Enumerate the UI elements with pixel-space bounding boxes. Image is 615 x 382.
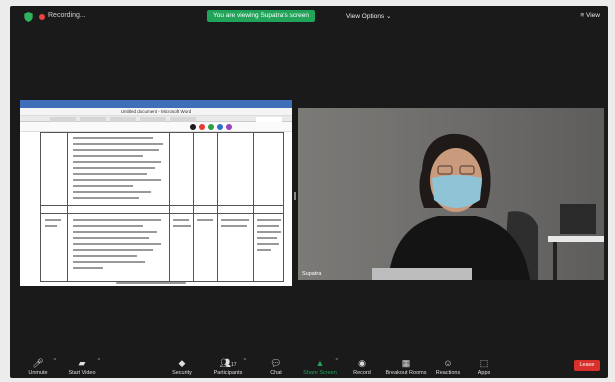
participant-video: Supatra: [298, 108, 604, 280]
pen-color-black[interactable]: [190, 124, 196, 130]
document-titlebar: [20, 100, 292, 108]
leave-button[interactable]: Leave: [574, 360, 600, 371]
horizontal-scrollbar[interactable]: [116, 282, 186, 284]
chevron-up-icon[interactable]: ^: [98, 358, 100, 364]
record-button[interactable]: ◉ Record: [340, 358, 384, 376]
security-button[interactable]: ◆ Security: [160, 358, 204, 376]
document-title: Untitled document - Microsoft Word: [120, 109, 192, 114]
apps-button[interactable]: ⬚ Apps: [462, 358, 506, 376]
chevron-up-icon[interactable]: ^: [54, 358, 56, 364]
view-options-button[interactable]: View Options ⌄: [346, 12, 391, 20]
breakout-rooms-button[interactable]: ▦ Breakout Rooms: [382, 358, 430, 376]
pen-color-purple[interactable]: [226, 124, 232, 130]
document-table: [40, 132, 284, 282]
participants-count: 17: [230, 362, 237, 368]
security-shield-icon[interactable]: [24, 12, 33, 22]
view-button[interactable]: ≡ View: [580, 12, 600, 19]
annotation-toolbar: [20, 122, 292, 132]
start-video-button[interactable]: ▰ ^ Start Video: [60, 358, 104, 376]
shield-icon: ◆: [178, 358, 186, 368]
breakout-rooms-icon: ▦: [401, 358, 411, 368]
recording-indicator-icon: [39, 14, 45, 20]
chat-button[interactable]: 💬︎ Chat: [254, 358, 298, 376]
chevron-up-icon[interactable]: ^: [244, 358, 246, 364]
document-body: [20, 132, 292, 286]
top-bar: Recording... You are viewing Supatra's s…: [10, 6, 608, 26]
pen-color-red[interactable]: [199, 124, 205, 130]
pen-color-blue[interactable]: [217, 124, 223, 130]
share-screen-button[interactable]: ▲ ^ Share Screen: [298, 358, 342, 376]
participants-button[interactable]: 👥︎17 ^ Participants: [206, 358, 250, 376]
document-toolbar: Untitled document - Microsoft Word: [20, 108, 292, 116]
chat-icon: 💬︎: [270, 358, 282, 368]
apps-icon: ⬚: [479, 358, 489, 368]
chevron-up-icon[interactable]: ^: [336, 358, 338, 364]
unmute-button[interactable]: 🎤︎ ^ Unmute: [16, 358, 60, 376]
shared-screen: Untitled document - Microsoft Word: [20, 100, 292, 286]
pen-color-green[interactable]: [208, 124, 214, 130]
meeting-toolbar: 🎤︎ ^ Unmute ▰ ^ Start Video ◆ Security 👥…: [10, 354, 608, 378]
zoom-meeting-window: Recording... You are viewing Supatra's s…: [10, 6, 608, 378]
split-resize-handle[interactable]: [294, 192, 296, 200]
participant-video-image: [372, 133, 604, 280]
screen-share-banner: You are viewing Supatra's screen: [207, 10, 316, 22]
recording-label: Recording...: [48, 12, 86, 19]
participant-name-label: Supatra: [302, 271, 322, 277]
record-icon: ◉: [358, 358, 366, 368]
